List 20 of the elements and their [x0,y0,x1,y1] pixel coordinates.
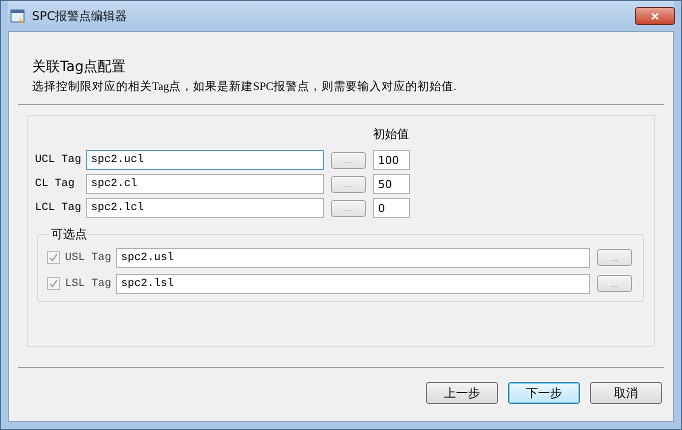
tag-field[interactable]: spc2.cl [86,174,324,194]
initial-value-field[interactable]: 100 [373,150,410,170]
dialog-button[interactable]: 下一步 [508,382,580,404]
field-label: CL Tag [35,178,76,190]
dialog-button[interactable]: 取消 [590,382,662,404]
checkbox-label: LSL Tag [65,278,112,290]
tag-field[interactable]: spc2.lcl [86,198,324,218]
field-label: LCL Tag [35,202,82,214]
field-label: UCL Tag [35,154,82,166]
page-heading: 关联Tag点配置 [32,58,127,76]
column-header: 初始值 [373,127,409,141]
page-description: 选择控制限对应的相关Tag点，如果是新建SPC报警点，则需要输入对应的初始值. [32,79,458,94]
initial-value-field[interactable]: 50 [373,174,410,194]
initial-value-field[interactable]: 0 [373,198,410,218]
dialog-button[interactable]: 上一步 [426,382,498,404]
window-title: SPC报警点编辑器 [32,8,128,24]
tag-field[interactable]: spc2.ucl [86,150,324,170]
checkbox-label: USL Tag [65,252,112,264]
group-legend: 可选点 [49,226,89,243]
app-icon [10,8,26,24]
